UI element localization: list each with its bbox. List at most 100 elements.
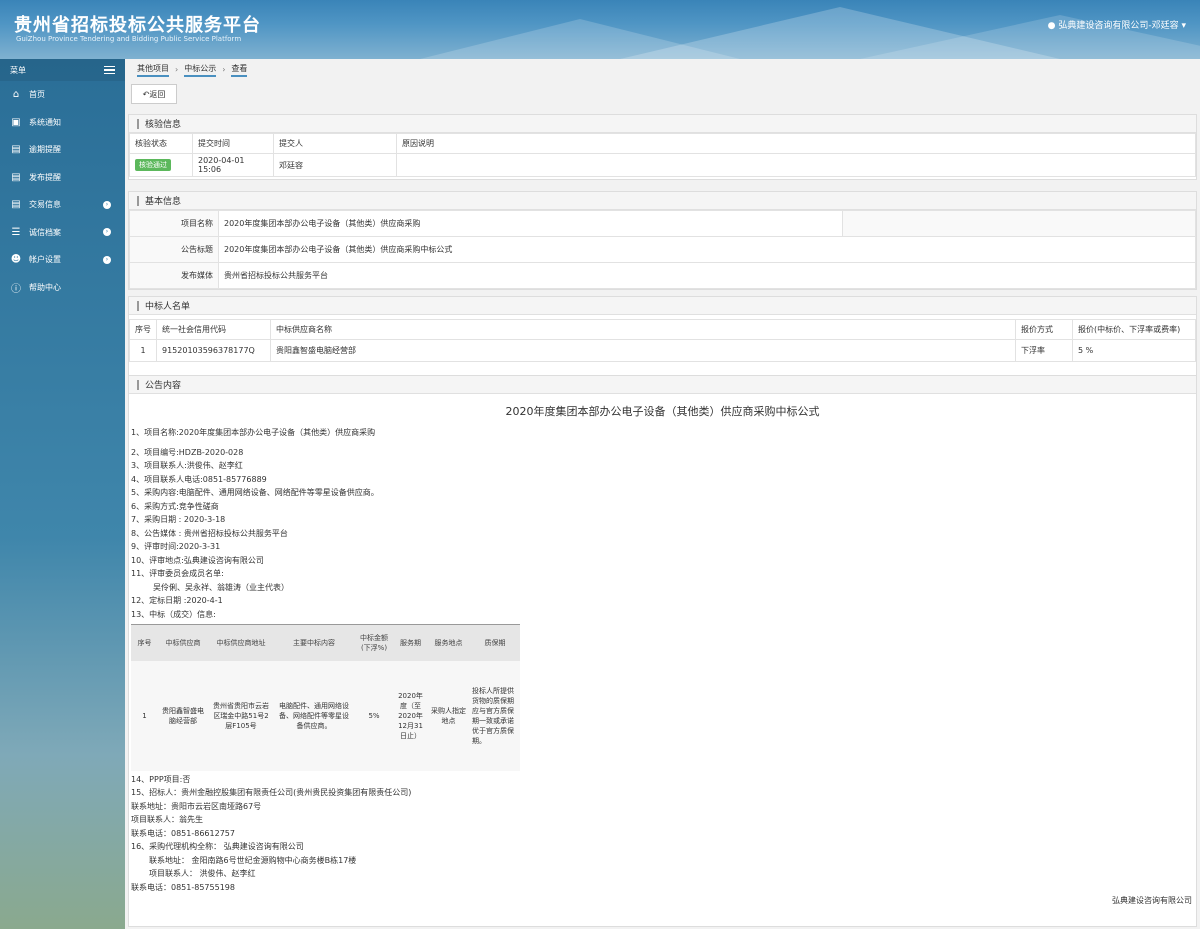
table-row: 核验通过 2020-04-01 15:06 邓廷容 xyxy=(129,153,1196,177)
sidebar-item-credit[interactable]: ☰ 诚信档案 › xyxy=(0,219,125,247)
notice-line: 7、采购日期 : 2020-3-18 xyxy=(131,515,226,524)
notice-line: 10、评审地点:弘典建设咨询有限公司 xyxy=(131,556,264,565)
back-label: 返回 xyxy=(149,89,166,99)
sidebar-item-help[interactable]: ⓘ 帮助中心 xyxy=(0,274,125,302)
credit-code: 91520103596378177Q xyxy=(156,339,271,362)
notice-line: 联系地址： 金阳南路6号世纪金源购物中心商务楼B栋17楼 xyxy=(149,856,357,865)
sidebar-item-trade[interactable]: ▤ 交易信息 › xyxy=(0,191,125,219)
award-index: 1 xyxy=(131,660,158,771)
column-header: 序号 xyxy=(131,624,158,661)
sidebar-item-label: 帮助中心 xyxy=(29,282,61,292)
chevron-right-icon: › xyxy=(175,65,179,74)
verify-table: 核验状态 提交时间 提交人 原因说明 核验通过 2020-04-01 15:06… xyxy=(129,133,1196,177)
notice-line: 吴伶俐、吴永祥、翁雄涛（业主代表） xyxy=(153,583,289,592)
main-content: 其他项目 › 中标公示 › 查看 ↶ 返回 核验信息 核验状态 提交时间 提交人… xyxy=(125,59,1200,929)
table-header-row: 序号 中标供应商 中标供应商地址 主要中标内容 中标金额(下浮%) 服务期 服务… xyxy=(131,624,520,661)
column-header: 提交人 xyxy=(273,133,397,154)
user-name: 弘典建设咨询有限公司-邓廷容 xyxy=(1058,21,1179,31)
sidebar-item-label: 系统通知 xyxy=(29,117,61,127)
basic-table: 项目名称 2020年度集团本部办公电子设备（其他类）供应商采购 公告标题 202… xyxy=(129,210,1196,289)
column-header: 报价(中标价、下浮率或费率) xyxy=(1072,319,1196,340)
breadcrumb-item[interactable]: 查看 xyxy=(231,63,248,77)
column-header: 核验状态 xyxy=(129,133,193,154)
monitor-icon: ▣ xyxy=(11,116,21,128)
notice-line: 项目联系人： 洪俊伟、赵李红 xyxy=(149,869,256,878)
column-header: 提交时间 xyxy=(192,133,274,154)
notice-line: 1、项目名称:2020年度集团本部办公电子设备（其他类）供应商采购 xyxy=(131,428,376,437)
menu-toggle-icon[interactable] xyxy=(104,66,115,74)
list-icon: ▤ xyxy=(11,199,21,211)
notice-line: 联系电话：0851-86612757 xyxy=(131,829,235,838)
notice-line: 15、招标人：贵州金融控股集团有限责任公司(贵州贵民投资集团有限责任公司) xyxy=(131,788,412,797)
column-header: 质保期 xyxy=(470,624,520,661)
verify-panel: 核验信息 核验状态 提交时间 提交人 原因说明 核验通过 2020-04-01 … xyxy=(128,114,1197,180)
table-row: 公告标题 2020年度集团本部办公电子设备（其他类）供应商采购中标公式 xyxy=(129,236,1196,263)
status-badge: 核验通过 xyxy=(135,159,171,171)
column-header: 中标供应商 xyxy=(158,624,208,661)
status-cell: 核验通过 xyxy=(129,153,193,177)
notice-line: 6、采购方式:竞争性磋商 xyxy=(131,502,219,511)
user-menu[interactable]: ● 弘典建设咨询有限公司-邓廷容 ▾ xyxy=(1048,18,1186,31)
field-label: 公告标题 xyxy=(129,236,219,263)
field-label: 项目名称 xyxy=(129,210,219,237)
column-header: 服务地点 xyxy=(427,624,470,661)
notice-line: 9、评审时间:2020-3-31 xyxy=(131,542,221,551)
panel-title: 核验信息 xyxy=(129,115,1196,133)
field-value: 贵州省招标投标公共服务平台 xyxy=(218,262,1196,289)
back-button[interactable]: ↶ 返回 xyxy=(131,84,177,104)
notice-line: 2、项目编号:HDZB-2020-028 xyxy=(131,448,244,457)
empty-cell xyxy=(842,210,1196,237)
field-value: 2020年度集团本部办公电子设备（其他类）供应商采购 xyxy=(218,210,843,237)
panel-title: 基本信息 xyxy=(129,192,1196,210)
table-header-row: 核验状态 提交时间 提交人 原因说明 xyxy=(129,133,1196,154)
winners-table: 序号 统一社会信用代码 中标供应商名称 报价方式 报价(中标价、下浮率或费率) … xyxy=(129,319,1196,362)
user-icon: ☻ xyxy=(10,254,22,266)
column-header: 中标供应商地址 xyxy=(208,624,274,661)
column-header: 原因说明 xyxy=(396,133,1196,154)
notice-line: 8、公告媒体 : 贵州省招标投标公共服务平台 xyxy=(131,529,288,538)
award-service-location: 采购人指定地点 xyxy=(427,660,470,771)
help-icon: ⓘ xyxy=(11,283,21,295)
site-title: 贵州省招标投标公共服务平台 xyxy=(14,15,261,36)
sidebar-item-label: 逾期提醒 xyxy=(29,145,61,155)
notice-line: 16、采购代理机构全称： 弘典建设咨询有限公司 xyxy=(131,842,304,851)
quote-value: 5 % xyxy=(1072,339,1196,362)
award-amount: 5% xyxy=(354,660,394,771)
column-header: 中标供应商名称 xyxy=(270,319,1016,340)
award-warranty: 投标人所提供货物的质保期应与官方质保期一致或承诺优于官方质保期。 xyxy=(470,660,520,771)
sidebar-item-label: 交易信息 xyxy=(29,200,61,210)
panel-title: 中标人名单 xyxy=(129,297,1196,315)
sidebar-item-overdue[interactable]: ▤ 逾期提醒 xyxy=(0,136,125,164)
notice-line: 14、PPP项目:否 xyxy=(131,775,191,784)
column-header: 序号 xyxy=(129,319,157,340)
notice-line: 联系地址：贵阳市云岩区南垭路67号 xyxy=(131,802,262,811)
sidebar-item-label: 首页 xyxy=(29,90,45,100)
breadcrumb-item[interactable]: 其他项目 xyxy=(137,63,169,77)
table-row: 项目名称 2020年度集团本部办公电子设备（其他类）供应商采购 xyxy=(129,210,1196,237)
notice-line: 13、中标（成交）信息: xyxy=(131,610,216,619)
notice-line: 项目联系人：翁先生 xyxy=(131,815,203,824)
sidebar-header: 菜单 xyxy=(0,59,125,81)
column-header: 报价方式 xyxy=(1015,319,1073,340)
breadcrumb-item[interactable]: 中标公示 xyxy=(184,63,217,77)
chevron-right-icon: › xyxy=(103,228,111,237)
notice-line: 3、项目联系人:洪俊伟、赵李红 xyxy=(131,461,243,470)
table-row: 1 91520103596378177Q 贵阳鑫智盛电脑经营部 下浮率 5 % xyxy=(129,339,1196,362)
field-value: 2020年度集团本部办公电子设备（其他类）供应商采购中标公式 xyxy=(218,236,1196,263)
supplier-name: 贵阳鑫智盛电脑经营部 xyxy=(270,339,1016,362)
sidebar-item-home[interactable]: ⌂ 首页 xyxy=(0,81,125,109)
list-icon: ▤ xyxy=(11,171,21,183)
award-table: 序号 中标供应商 中标供应商地址 主要中标内容 中标金额(下浮%) 服务期 服务… xyxy=(131,624,520,771)
sidebar-item-publish[interactable]: ▤ 发布提醒 xyxy=(0,164,125,192)
basic-panel: 基本信息 项目名称 2020年度集团本部办公电子设备（其他类）供应商采购 公告标… xyxy=(128,191,1197,290)
sidebar-item-account[interactable]: ☻ 帐户设置 › xyxy=(0,246,125,274)
notice-line: 5、采购内容:电脑配件、通用网络设备、网络配件等零星设备供应商。 xyxy=(131,488,379,497)
notice-panel: 公告内容 2020年度集团本部办公电子设备（其他类）供应商采购中标公式 1、项目… xyxy=(128,375,1197,927)
sidebar-item-label: 帐户设置 xyxy=(29,255,61,265)
sidebar-item-notice[interactable]: ▣ 系统通知 xyxy=(0,109,125,137)
chevron-right-icon: › xyxy=(103,200,111,209)
column-header: 统一社会信用代码 xyxy=(156,319,271,340)
sidebar-item-label: 诚信档案 xyxy=(29,227,61,237)
column-header: 服务期 xyxy=(394,624,427,661)
notice-title: 2020年度集团本部办公电子设备（其他类）供应商采购中标公式 xyxy=(505,405,820,418)
